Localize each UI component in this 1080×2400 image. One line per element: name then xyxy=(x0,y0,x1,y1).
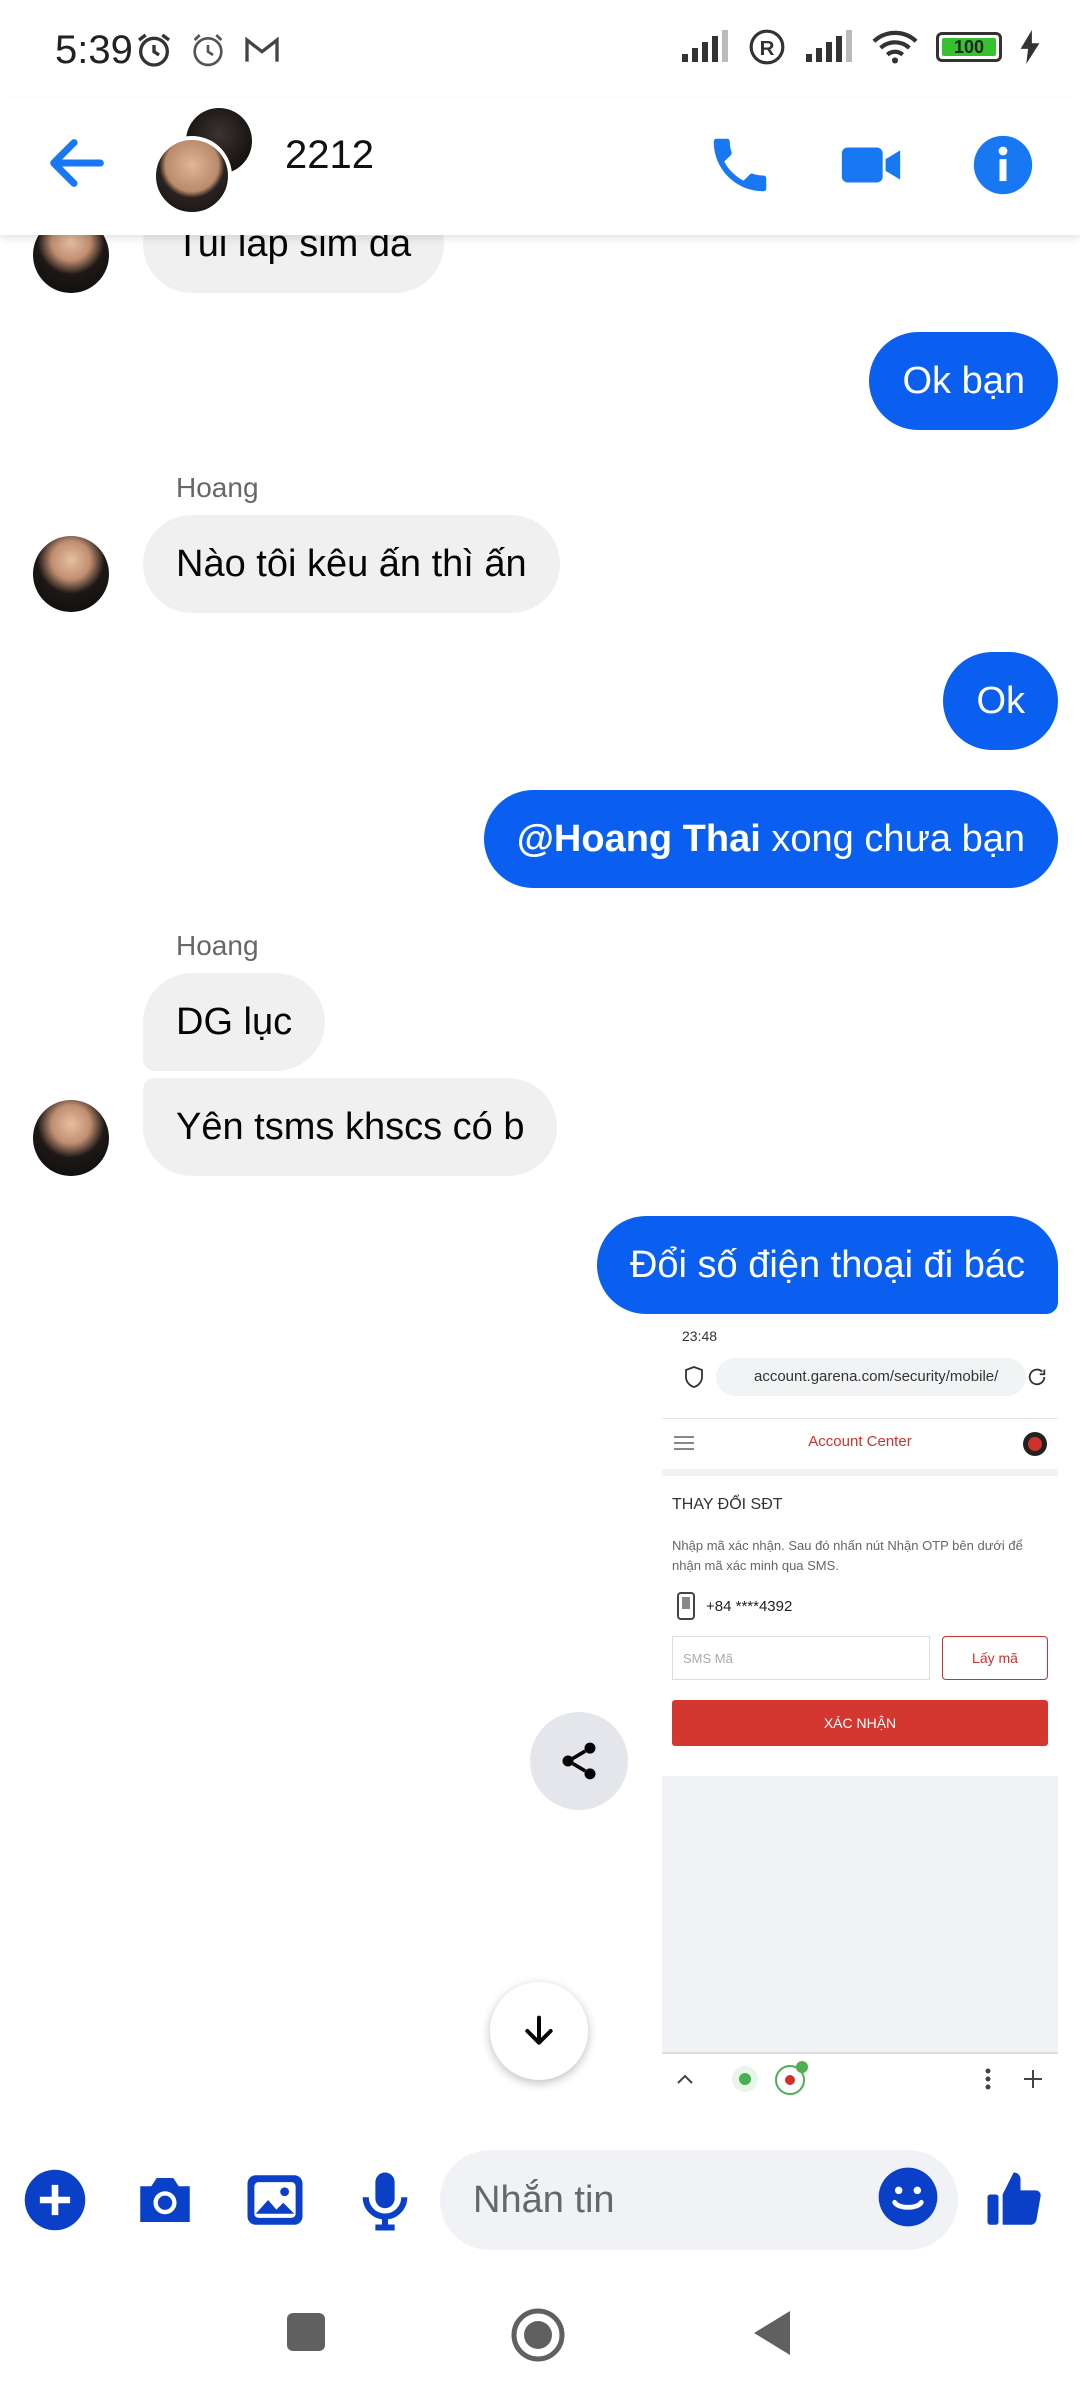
shot-confirm-button: XÁC NHẬN xyxy=(672,1700,1048,1746)
sender-avatar[interactable] xyxy=(33,1100,109,1176)
shot-browser-top: 23:48 account.garena.com/security/mobile… xyxy=(662,1318,1058,1418)
plus-circle-icon[interactable] xyxy=(22,2167,88,2233)
shot-url-bar: account.garena.com/security/mobile/ xyxy=(716,1358,1026,1396)
scroll-to-bottom-button[interactable] xyxy=(490,1982,588,2080)
thumbs-up-icon[interactable] xyxy=(982,2167,1048,2233)
mention-message-text: xong chưa bạn xyxy=(760,818,1025,860)
garena-logo-icon xyxy=(1023,1432,1047,1456)
emoji-icon[interactable] xyxy=(876,2165,940,2229)
info-icon[interactable] xyxy=(968,130,1038,200)
image-attachment[interactable]: 23:48 account.garena.com/security/mobile… xyxy=(662,1318,1058,2118)
alarm-clock-icon xyxy=(138,33,170,67)
plus-icon xyxy=(1024,2070,1042,2088)
roaming-icon: R xyxy=(749,29,785,65)
svg-text:R: R xyxy=(760,37,775,60)
microphone-icon[interactable] xyxy=(352,2167,418,2233)
refresh-icon xyxy=(1028,1368,1046,1386)
battery-icon: 100 xyxy=(936,32,1002,62)
shot-status-time: 23:48 xyxy=(682,1328,718,1344)
message-composer xyxy=(0,2145,1080,2255)
shot-paragraph: Nhập mã xác nhận. Sau đó nhấn nút Nhận O… xyxy=(672,1538,1023,1573)
share-icon xyxy=(562,1742,596,1780)
message-incoming[interactable]: Yên tsms khscs có b xyxy=(143,1078,558,1176)
mobile-phone-icon xyxy=(677,1592,695,1620)
mention-tag[interactable]: @Hoang Thai xyxy=(517,818,761,860)
message-incoming[interactable]: DG lục xyxy=(143,973,326,1071)
shot-get-code-button: Lấy mã xyxy=(942,1636,1048,1680)
system-nav-bar xyxy=(0,2265,1080,2400)
shot-phone-number: +84 ****4392 xyxy=(706,1598,793,1615)
shot-sms-input: SMS Mã xyxy=(672,1636,930,1680)
back-triangle-icon[interactable] xyxy=(752,2309,792,2357)
shot-site-nav: Account Center xyxy=(662,1418,1058,1469)
gallery-icon[interactable] xyxy=(242,2167,308,2233)
charging-icon xyxy=(1020,30,1040,64)
tab-icon xyxy=(775,2061,808,2095)
message-outgoing-mention[interactable]: @Hoang Thai xong chưa bạn xyxy=(483,790,1058,888)
camera-icon[interactable] xyxy=(132,2167,198,2233)
signal-icon xyxy=(682,30,728,62)
home-circle-icon[interactable] xyxy=(510,2307,566,2363)
sender-avatar[interactable] xyxy=(33,536,109,612)
chat-title[interactable]: 2212 xyxy=(285,133,374,178)
recents-square-icon[interactable] xyxy=(286,2312,326,2352)
more-vert-icon xyxy=(985,2068,991,2090)
arrow-down-icon xyxy=(525,2015,553,2045)
status-bar: 5:39 R 100 xyxy=(0,0,1080,100)
message-outgoing[interactable]: Ok bạn xyxy=(869,332,1058,430)
status-time: 5:39 xyxy=(55,28,133,72)
shield-icon xyxy=(685,1366,703,1388)
wifi-icon xyxy=(872,30,918,64)
alarm-icon xyxy=(193,34,223,67)
back-arrow-icon[interactable] xyxy=(42,128,112,198)
shot-brand: Account Center xyxy=(808,1433,912,1450)
shot-browser-bottom xyxy=(662,2052,1058,2118)
share-button[interactable] xyxy=(530,1712,628,1810)
group-avatar-primary[interactable] xyxy=(152,136,232,216)
battery-level: 100 xyxy=(942,37,996,57)
status-notification-icons xyxy=(134,30,282,70)
shot-form-card: THAY ĐỔI SĐT Nhập mã xác nhận. Sau đó nh… xyxy=(662,1476,1058,1776)
phone-call-icon[interactable] xyxy=(705,130,775,200)
chat-header: 2212 xyxy=(0,100,1080,235)
sender-name: Hoang xyxy=(176,930,259,961)
message-outgoing[interactable]: Ok xyxy=(943,652,1058,750)
message-outgoing[interactable]: Đổi số điện thoại đi bác xyxy=(596,1216,1058,1314)
video-call-icon[interactable] xyxy=(836,130,906,200)
sender-name: Hoang xyxy=(176,472,259,503)
chevron-up-icon xyxy=(677,2074,693,2084)
message-incoming[interactable]: Nào tôi kêu ấn thì ấn xyxy=(143,515,560,613)
gmail-icon xyxy=(245,36,279,62)
status-system-icons: R 100 xyxy=(680,28,1040,66)
shot-heading: THAY ĐỔI SĐT xyxy=(672,1496,783,1513)
signal-2-icon xyxy=(806,30,852,62)
whatsapp-icon xyxy=(732,2066,758,2092)
